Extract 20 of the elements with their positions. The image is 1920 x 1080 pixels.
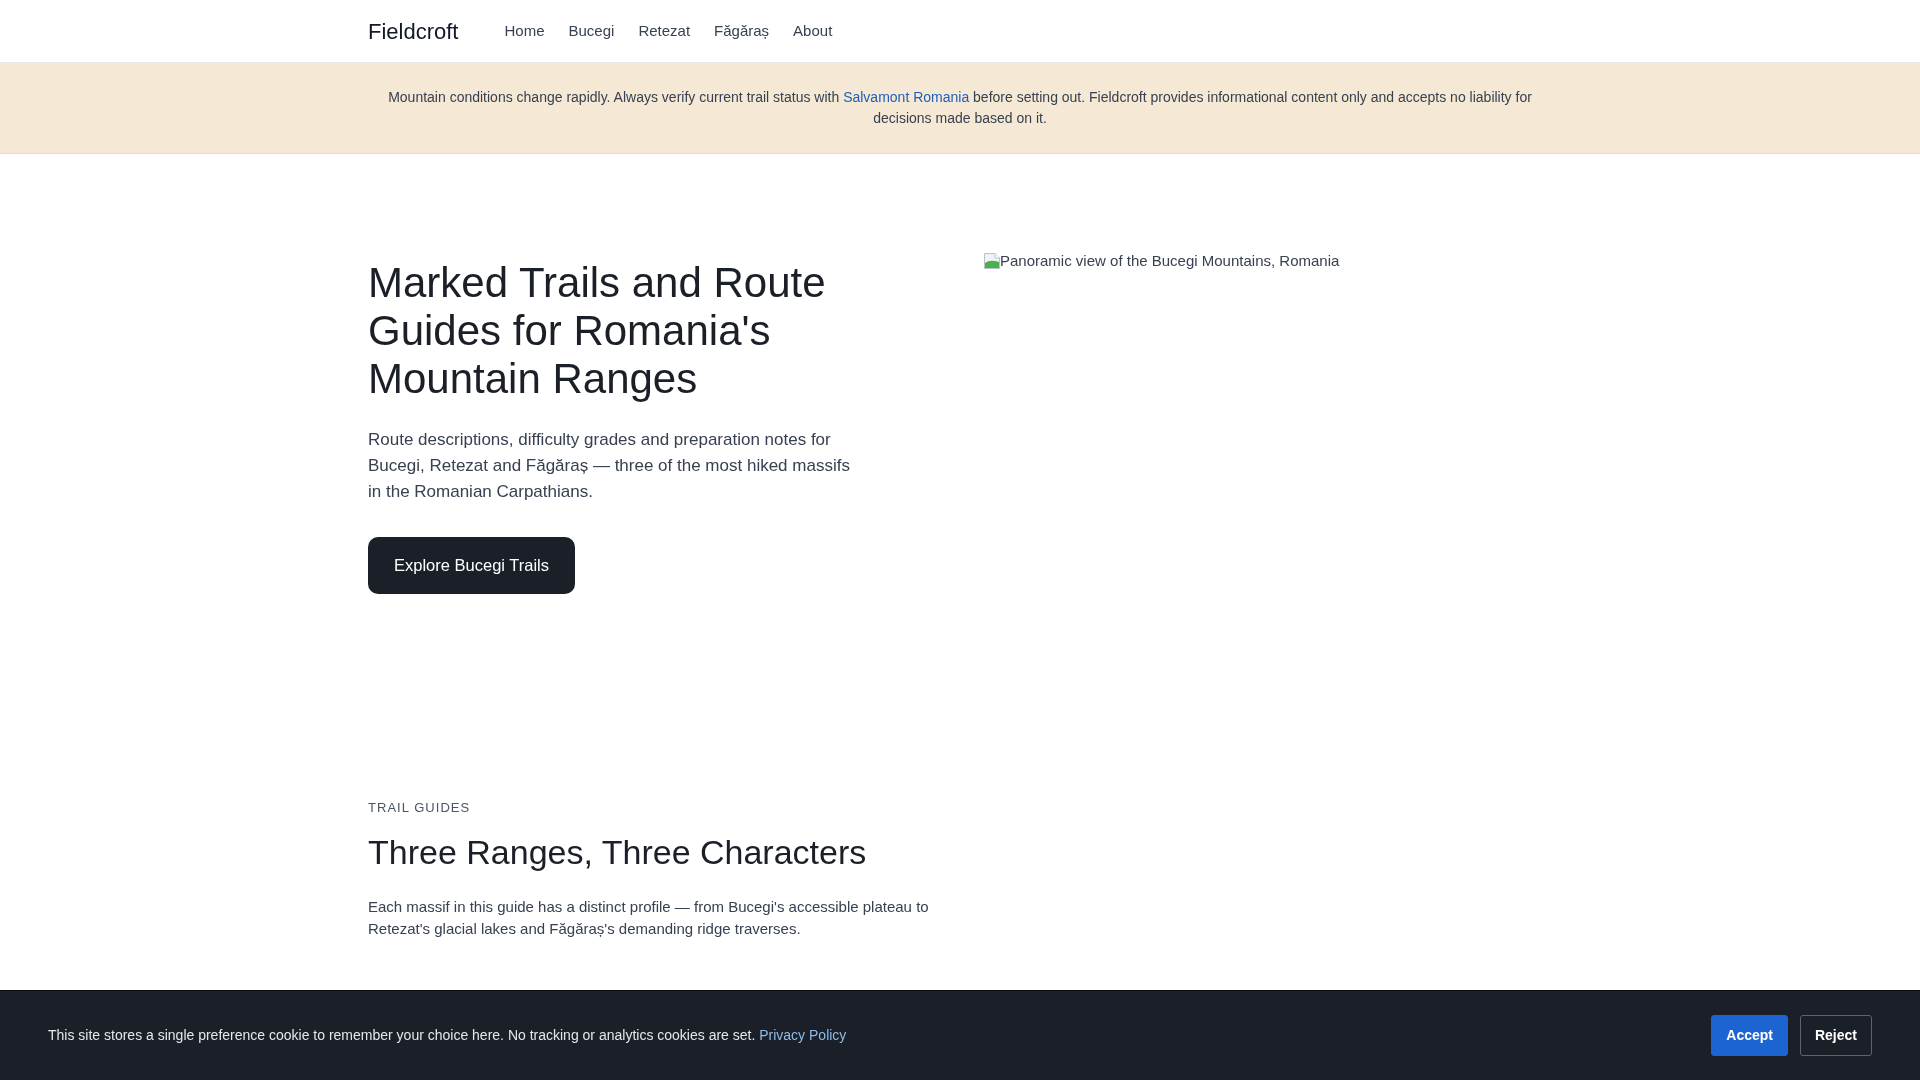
nav-link[interactable]: Făgăraș	[714, 19, 770, 43]
hero-title: Marked Trails and Route Guides for Romania's Mountain Ranges	[368, 258, 827, 403]
explore-trails-button[interactable]: Explore Bucegi Trails	[368, 536, 575, 594]
cookie-text: This site stores a single preference cookie to remember your choice here. No tracking or analytics cookies are set. Privacy Policy	[48, 1026, 847, 1045]
reject-button[interactable]: Reject	[1799, 1015, 1872, 1056]
section-eyebrow: TRAIL GUIDES	[368, 799, 472, 817]
accept-button[interactable]: Accept	[1711, 1015, 1788, 1056]
site-logo[interactable]: Fieldcroft	[368, 14, 459, 48]
section-description: Each massif in this guide has a distinct profile — from Bucegi's accessible plateau to Retezat's glacial lakes and Făgăraș's demanding ridge traverses.	[368, 897, 930, 939]
image-alt-text: Panoramic view of the Bucegi Mountains, Romania	[1000, 251, 1340, 271]
salvamont-link[interactable]: Salvamont Romania	[843, 89, 970, 105]
nav-link[interactable]: Home	[504, 19, 545, 43]
nav-link[interactable]: Retezat	[638, 19, 691, 43]
nav-link[interactable]: About	[793, 19, 833, 43]
section-title: Three Ranges, Three Characters	[368, 832, 868, 872]
notice-text: Mountain conditions change rapidly. Always verify current trail status with Salvamont Romania before setting out. Fieldcroft provides informational content only and accepts no liability for decisions made based on it.	[387, 88, 1533, 128]
broken-image-icon	[984, 253, 1000, 269]
nav-link[interactable]: Bucegi	[568, 19, 615, 43]
hero-description: Route descriptions, difficulty grades and preparation notes for Bucegi, Retezat and Făgăraș — three of the most hiked massifs in the Romanian Carpathians.	[368, 428, 851, 503]
privacy-policy-link[interactable]: Privacy Policy	[759, 1027, 847, 1043]
